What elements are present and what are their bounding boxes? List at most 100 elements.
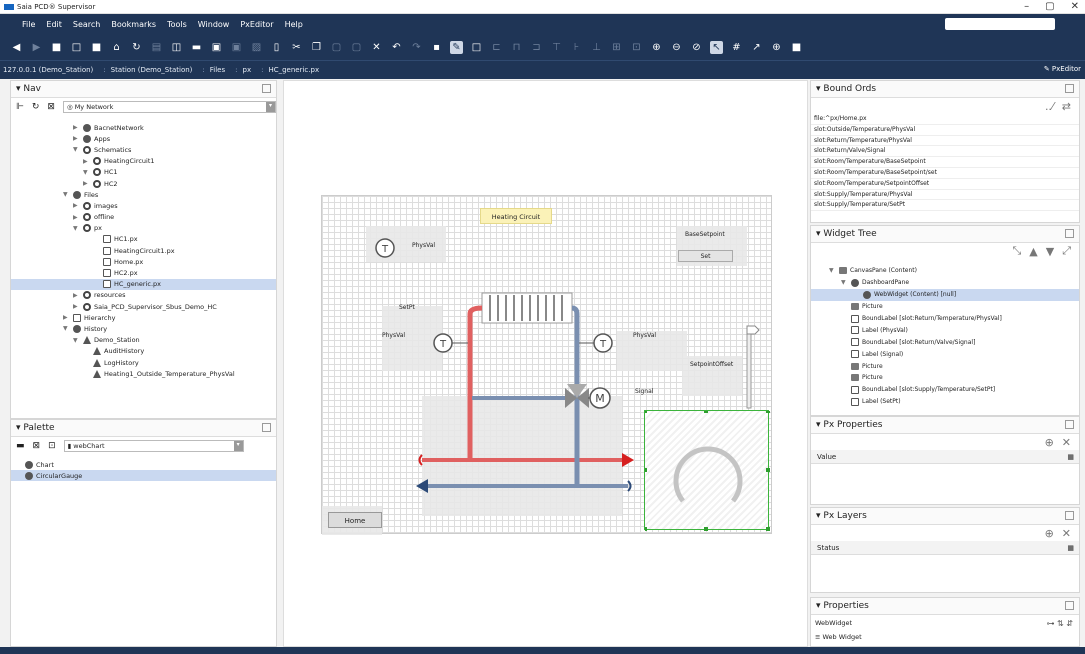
expand-arrow-icon[interactable]: ▶ <box>63 314 71 321</box>
menu-bookmarks[interactable]: Bookmarks <box>111 20 156 29</box>
maximize-button[interactable]: ▢ <box>1045 1 1054 12</box>
undo-icon[interactable]: ↶ <box>390 41 403 54</box>
collapse-icon[interactable]: ▾ <box>816 229 823 239</box>
collapse-arrow-icon[interactable]: ▼ <box>63 325 71 332</box>
maximize-icon[interactable] <box>262 423 271 432</box>
crumb-files[interactable]: Files <box>210 66 225 74</box>
physval-label[interactable]: PhysVal <box>412 242 435 249</box>
nav-tree-item[interactable]: LogHistory <box>11 357 276 368</box>
menu-tools[interactable]: Tools <box>167 20 187 29</box>
widget-tree-item[interactable]: Label (SetPt) <box>811 396 1079 408</box>
widget-tree-item[interactable]: ▼ DashboardPane <box>811 277 1079 289</box>
widget-tree-item[interactable]: BoundLabel [slot:Return/Temperature/Phys… <box>811 313 1079 325</box>
move-up-icon[interactable]: ▲ <box>1029 245 1037 258</box>
collapse-icon[interactable]: ▾ <box>816 511 823 521</box>
widget-tree-item[interactable]: BoundLabel [slot:Return/Valve/Signal] <box>811 336 1079 348</box>
refresh-icon[interactable]: ⊡ <box>48 441 56 451</box>
export-icon[interactable]: ▨ <box>250 41 263 54</box>
maximize-icon[interactable] <box>1065 511 1074 520</box>
save-icon[interactable]: ▣ <box>210 41 223 54</box>
bound-ord-row[interactable]: slot:Room/Temperature/BaseSetpoint/set <box>811 168 1079 179</box>
same-size-icon[interactable]: ⊞ <box>610 41 623 54</box>
link-tool-icon[interactable]: ↗ <box>750 41 763 54</box>
menu-edit[interactable]: Edit <box>46 20 62 29</box>
widget-tree-item[interactable]: Label (PhysVal) <box>811 324 1079 336</box>
nav-tree-item[interactable]: ▶ Hierarchy <box>11 312 276 323</box>
collapse-icon[interactable]: ▾ <box>816 84 823 94</box>
crumb-file[interactable]: HC_generic.px <box>268 66 319 74</box>
sync-icon[interactable]: ↻ <box>32 102 40 112</box>
collapse-arrow-icon[interactable]: ▼ <box>63 191 71 198</box>
nav-tree-item[interactable]: Home.px <box>11 256 276 267</box>
column-menu-icon[interactable]: ▦ <box>1067 450 1074 464</box>
nav-tree-item[interactable]: ▼ HC1 <box>11 167 276 178</box>
file-icon[interactable]: ▯ <box>270 41 283 54</box>
group-icon[interactable]: ▪ <box>430 41 443 54</box>
nav-tree-item[interactable]: Heating1_Outside_Temperature_PhysVal <box>11 368 276 379</box>
value-column-header[interactable]: Value ▦ <box>811 450 1079 464</box>
rename-icon[interactable]: ..⁄ <box>1045 100 1054 113</box>
set-button[interactable]: Set <box>678 250 733 262</box>
expand-arrow-icon[interactable]: ▶ <box>83 180 91 187</box>
return-physval-label[interactable]: PhysVal <box>633 332 656 339</box>
paste-icon[interactable]: ▢ <box>330 41 343 54</box>
folder-icon[interactable]: □ <box>70 41 83 54</box>
close-palette-icon[interactable]: ⊠ <box>33 441 41 451</box>
nav-tree-item[interactable]: ▶ images <box>11 200 276 211</box>
crumb-px[interactable]: px <box>243 66 252 74</box>
zoom-out-icon[interactable]: ⊖ <box>670 41 683 54</box>
maximize-icon[interactable] <box>1065 84 1074 93</box>
redo-icon[interactable]: ↷ <box>410 41 423 54</box>
collapse-icon[interactable]: ▾ <box>16 423 23 433</box>
widget-icon[interactable]: □ <box>470 41 483 54</box>
expand-arrow-icon[interactable]: ▶ <box>73 303 81 310</box>
refresh-icon[interactable]: ↻ <box>130 41 143 54</box>
maximize-icon[interactable] <box>1065 229 1074 238</box>
close-button[interactable]: ✕ <box>1071 1 1079 12</box>
folder-icon[interactable]: ▬ <box>16 441 25 451</box>
zoom-in-icon[interactable]: ⊕ <box>650 41 663 54</box>
edit-mode-icon[interactable]: ✎ <box>450 40 463 54</box>
widget-tree-item[interactable]: Picture <box>811 301 1079 313</box>
bound-ord-row[interactable]: slot:Supply/Temperature/SetPt <box>811 200 1079 212</box>
widget-tree-item[interactable]: ▼ CanvasPane (Content) <box>811 265 1079 277</box>
nav-tree-item[interactable]: ▶ resources <box>11 290 276 301</box>
expand-arrow-icon[interactable]: ▶ <box>73 292 81 299</box>
select-tool-icon[interactable]: ↖ <box>710 40 723 54</box>
expand-arrow-icon[interactable]: ≡ <box>815 633 823 641</box>
title-label[interactable]: Heating Circuit <box>480 208 552 224</box>
menu-search[interactable]: Search <box>73 20 100 29</box>
copy-page-icon[interactable]: ▤ <box>150 41 163 54</box>
expand-icon[interactable]: ⤡ <box>1012 244 1021 258</box>
align-right-icon[interactable]: ⊐ <box>530 41 543 54</box>
widget-tree-item[interactable]: Label (Signal) <box>811 348 1079 360</box>
collapse-all-icon[interactable]: ⤢ <box>1062 244 1071 258</box>
status-column-header[interactable]: Status ▦ <box>811 541 1079 555</box>
align-top-icon[interactable]: ⊤ <box>550 41 563 54</box>
chevron-down-icon[interactable]: ▾ <box>266 102 275 112</box>
cut-icon[interactable]: ✂ <box>290 41 303 54</box>
collapse-arrow-icon[interactable]: ▼ <box>841 279 849 286</box>
preview-icon[interactable]: ■ <box>790 41 803 54</box>
maximize-icon[interactable] <box>1065 420 1074 429</box>
palette-item[interactable]: CircularGauge <box>11 470 276 482</box>
collapse-icon[interactable]: ▾ <box>16 84 23 94</box>
expand-arrow-icon[interactable]: ▶ <box>73 214 81 221</box>
setpointoffset-label[interactable]: SetpointOffset <box>690 361 733 368</box>
nav-tree-item[interactable]: ▼ Schematics <box>11 144 276 155</box>
history-icon[interactable]: ■ <box>90 41 103 54</box>
bound-ord-row[interactable]: slot:Room/Temperature/BaseSetpoint <box>811 157 1079 168</box>
collapse-icon[interactable]: ▾ <box>816 420 823 430</box>
chevron-down-icon[interactable]: ▾ <box>233 441 243 451</box>
sort-icon[interactable]: ⊶ ⇅ ⇵ <box>1047 619 1074 628</box>
forward-icon[interactable]: ▶ <box>30 41 43 54</box>
grid-icon[interactable]: # <box>730 41 743 54</box>
widget-tree-item[interactable]: Picture <box>811 360 1079 372</box>
nav-tree-item[interactable]: ▶ HC2 <box>11 178 276 189</box>
bound-ord-row[interactable]: slot:Return/Valve/Signal <box>811 146 1079 158</box>
expand-arrow-icon[interactable]: ▶ <box>73 124 81 131</box>
menu-file[interactable]: File <box>22 20 35 29</box>
circular-gauge-widget[interactable] <box>644 410 770 531</box>
nav-tree-item[interactable]: HC1.px <box>11 234 276 245</box>
bound-ord-row[interactable]: file:^px/Home.px <box>811 114 1079 125</box>
